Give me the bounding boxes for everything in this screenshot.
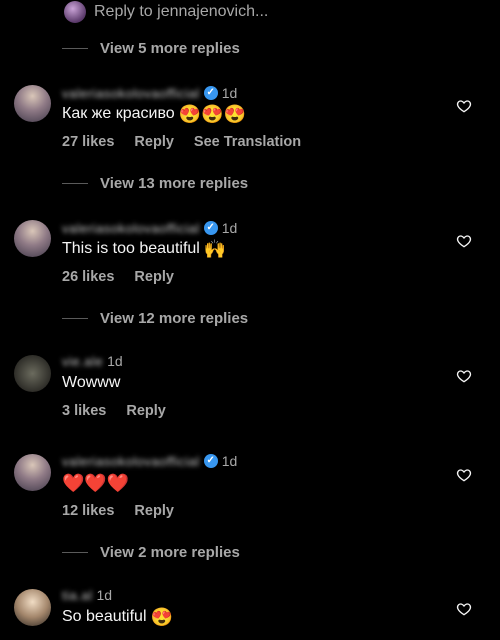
reply-to-bar[interactable]: Reply to jennajenovich... xyxy=(62,0,268,24)
comment-time: 1d xyxy=(96,587,113,603)
heart-outline-icon[interactable] xyxy=(456,98,472,114)
heart-outline-icon[interactable] xyxy=(456,467,472,483)
avatar[interactable] xyxy=(14,355,51,392)
username[interactable]: tia.al xyxy=(62,588,92,603)
comment-text: ❤️❤️❤️ xyxy=(62,474,129,492)
view-more-replies-label: View 13 more replies xyxy=(100,175,249,192)
divider-line xyxy=(62,318,88,319)
view-more-replies-button[interactable]: View 2 more replies xyxy=(62,544,240,561)
verified-badge-icon: ✓ xyxy=(203,454,218,468)
view-more-replies-button[interactable]: View 12 more replies xyxy=(62,310,248,327)
comment-header: valeriasokolovaofficial ✓ 1d xyxy=(62,85,237,101)
comment-actions: 3 likes Reply xyxy=(62,403,166,419)
username[interactable]: vie.ale xyxy=(62,354,103,369)
avatar[interactable] xyxy=(14,589,51,626)
comment-text: Как же красиво 😍😍😍 xyxy=(62,105,246,123)
username[interactable]: valeriasokolovaofficial xyxy=(62,86,200,101)
comment-text: This is too beautiful 🙌 xyxy=(62,240,226,258)
avatar[interactable] xyxy=(14,220,51,257)
reply-to-label: Reply to jennajenovich... xyxy=(94,3,269,20)
comment-actions: 26 likes Reply xyxy=(62,269,174,285)
comment-actions: 12 likes Reply xyxy=(62,503,174,519)
see-translation-button[interactable]: See Translation xyxy=(194,134,301,150)
comment-header: valeriasokolovaofficial ✓ 1d xyxy=(62,220,237,236)
divider-line xyxy=(62,48,88,49)
comment-header: tia.al 1d xyxy=(62,587,112,603)
comment-body: Wowww xyxy=(62,374,121,391)
comment-text: Wowww xyxy=(62,374,120,392)
divider-line xyxy=(62,183,88,184)
comment-emoji: ❤️❤️❤️ xyxy=(62,473,130,493)
comment-emoji: 😍😍😍 xyxy=(178,104,246,124)
comment-time: 1d xyxy=(221,453,238,469)
likes-count[interactable]: 27 likes xyxy=(62,134,114,150)
divider-line xyxy=(62,552,88,553)
view-more-replies-label: View 2 more replies xyxy=(100,544,240,561)
reply-button[interactable]: Reply xyxy=(126,403,166,419)
avatar[interactable] xyxy=(14,85,51,122)
comment-header: valeriasokolovaofficial ✓ 1d xyxy=(62,453,237,469)
view-more-replies-label: View 12 more replies xyxy=(100,310,249,327)
likes-count[interactable]: 26 likes xyxy=(62,269,114,285)
avatar xyxy=(64,1,86,23)
reply-button[interactable]: Reply xyxy=(134,134,174,150)
heart-outline-icon[interactable] xyxy=(456,601,472,617)
username[interactable]: valeriasokolovaofficial xyxy=(62,221,200,236)
avatar[interactable] xyxy=(14,454,51,491)
username[interactable]: valeriasokolovaofficial xyxy=(62,454,200,469)
comment-body: This is too beautiful xyxy=(62,240,200,257)
comment-time: 1d xyxy=(107,353,123,369)
comment-body: So beautiful xyxy=(62,608,147,625)
comment-text: So beautiful 😍 xyxy=(62,608,173,626)
comment-emoji: 😍 xyxy=(150,607,173,627)
view-more-replies-label: View 5 more replies xyxy=(100,40,240,57)
comment-header: vie.ale 1d xyxy=(62,353,123,369)
comment-emoji: 🙌 xyxy=(203,239,227,259)
verified-badge-icon: ✓ xyxy=(203,86,218,100)
comment-body: Как же красиво xyxy=(62,105,175,122)
heart-outline-icon[interactable] xyxy=(456,233,472,249)
comment-time: 1d xyxy=(221,85,238,101)
reply-button[interactable]: Reply xyxy=(134,503,174,519)
verified-badge-icon: ✓ xyxy=(203,221,218,235)
view-more-replies-button[interactable]: View 5 more replies xyxy=(62,40,240,57)
heart-outline-icon[interactable] xyxy=(456,368,472,384)
likes-count[interactable]: 3 likes xyxy=(62,403,106,419)
comment-actions: 27 likes Reply See Translation xyxy=(62,134,301,150)
view-more-replies-button[interactable]: View 13 more replies xyxy=(62,175,248,192)
reply-button[interactable]: Reply xyxy=(134,269,174,285)
likes-count[interactable]: 12 likes xyxy=(62,503,114,519)
comment-time: 1d xyxy=(221,220,238,236)
